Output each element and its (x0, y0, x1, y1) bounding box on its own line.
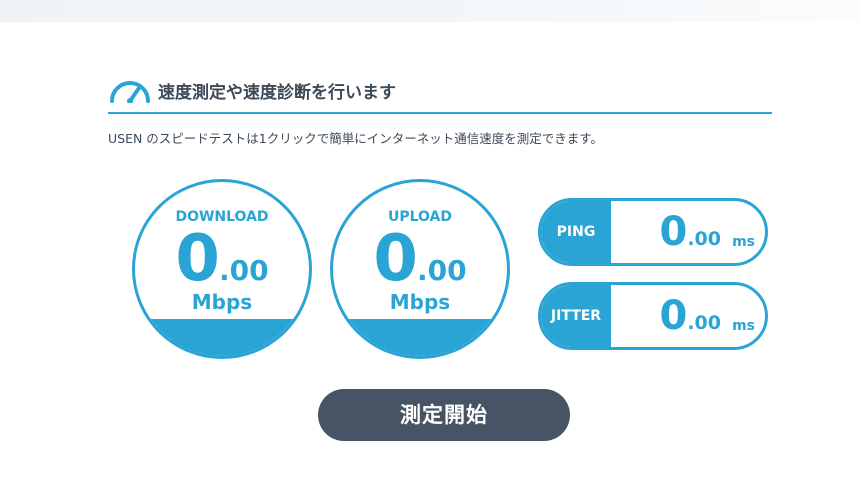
section-title: 速度測定や速度診断を行います (158, 83, 396, 103)
upload-gauge: UPLOAD 0.00 Mbps (330, 179, 510, 359)
jitter-value-integer: 0 (659, 293, 688, 339)
section-description: USEN のスピードテストは1クリックで簡単にインターネット通信速度を測定できま… (108, 131, 604, 146)
upload-gauge-fill (333, 319, 507, 356)
jitter-label: JITTER (550, 308, 602, 324)
upload-value: 0.00 (333, 222, 507, 296)
ping-panel: PING 0.00 ms (538, 198, 768, 266)
download-gauge-fill (135, 319, 309, 356)
jitter-value: 0.00 (659, 293, 721, 339)
download-gauge: DOWNLOAD 0.00 Mbps (132, 179, 312, 359)
ping-value-decimal: .00 (687, 228, 721, 250)
upload-value-integer: 0 (373, 222, 418, 296)
download-value: 0.00 (135, 222, 309, 296)
ping-label: PING (556, 224, 596, 240)
ping-unit: ms (732, 234, 755, 250)
upload-value-decimal: .00 (416, 254, 467, 287)
start-measurement-button[interactable]: 測定開始 (318, 389, 570, 441)
top-banner-strip (0, 0, 860, 22)
ping-value: 0.00 (659, 209, 721, 255)
download-value-integer: 0 (175, 222, 220, 296)
download-unit: Mbps (191, 290, 253, 314)
jitter-panel: JITTER 0.00 ms (538, 282, 768, 350)
download-value-decimal: .00 (218, 254, 269, 287)
speedometer-icon (110, 81, 150, 103)
upload-unit: Mbps (389, 290, 451, 314)
section-header: 速度測定や速度診断を行います (108, 72, 772, 114)
jitter-unit: ms (732, 318, 755, 334)
ping-value-integer: 0 (659, 209, 688, 255)
jitter-value-decimal: .00 (687, 312, 721, 334)
